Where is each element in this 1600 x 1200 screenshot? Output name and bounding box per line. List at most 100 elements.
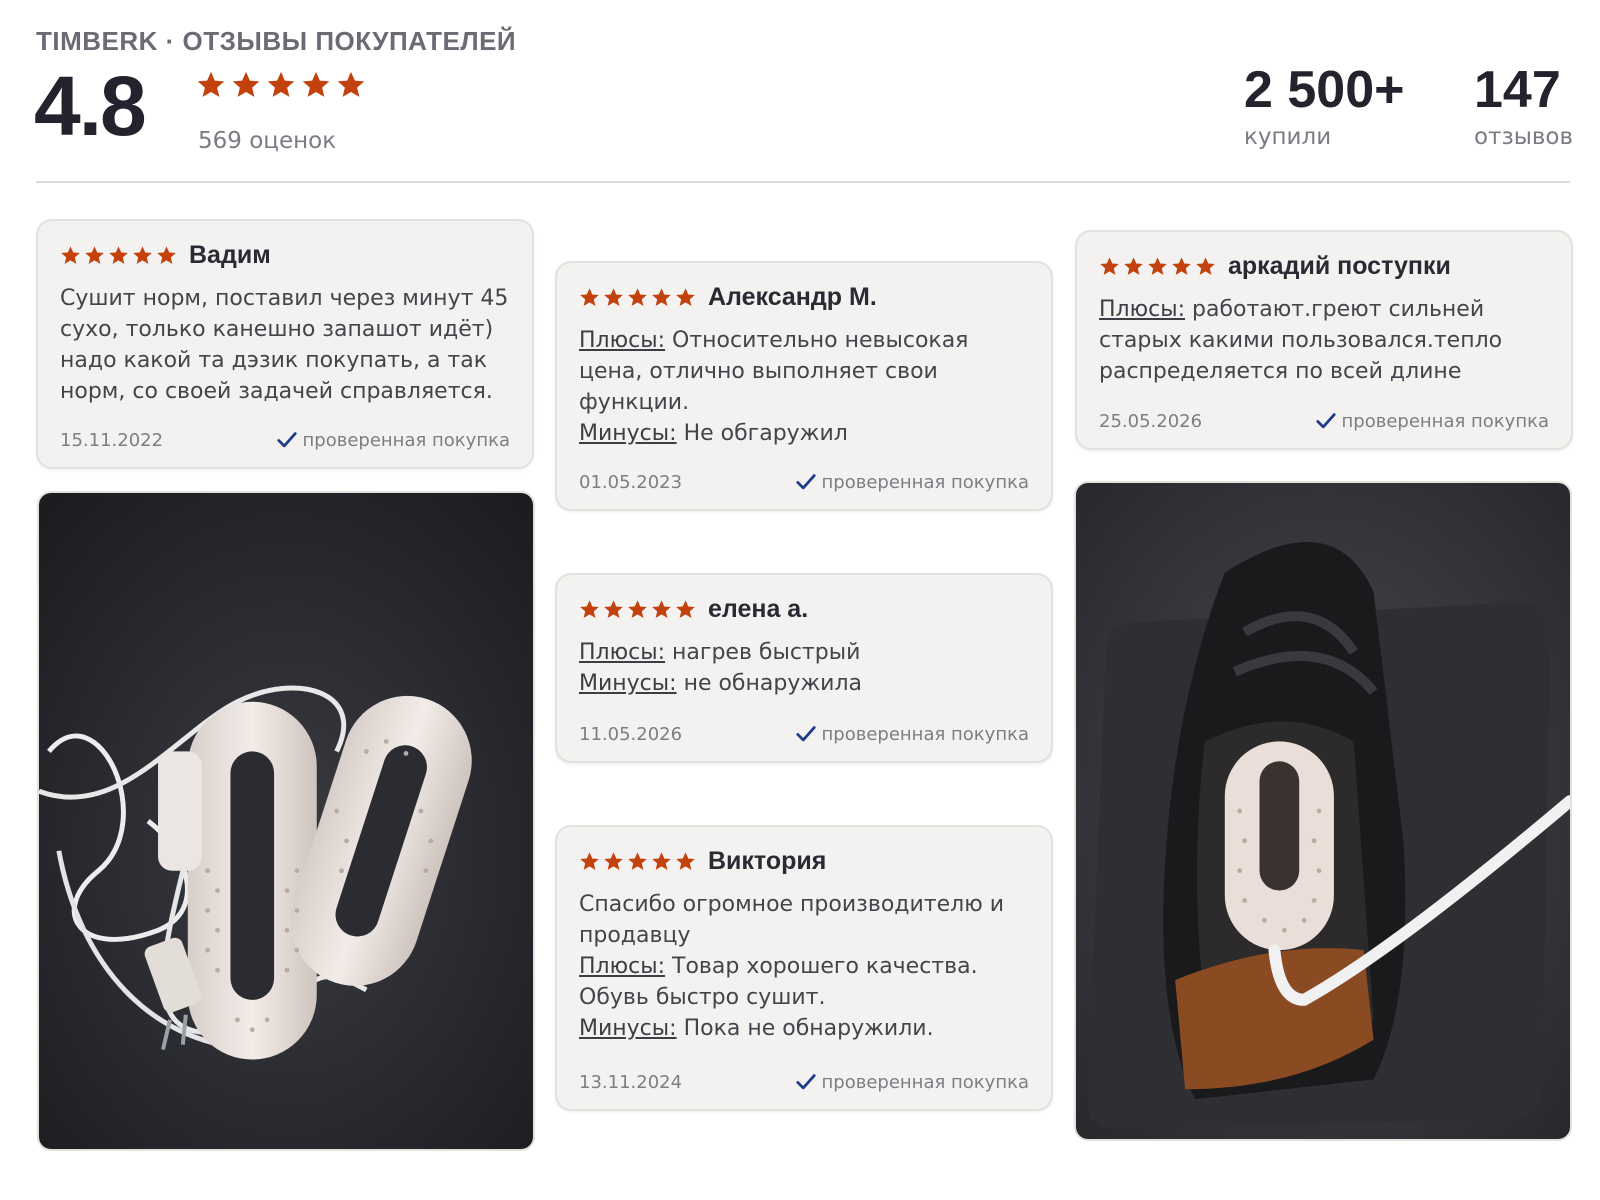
stat-reviews: 147 отзывов (1474, 60, 1573, 150)
star-icon (604, 600, 623, 618)
review-pros: Плюсы: Относительно невысокая цена, отли… (579, 325, 1031, 418)
verified-badge: проверенная покупка (795, 1071, 1029, 1093)
shoe-with-dryer-image (1076, 483, 1570, 1139)
review-date: 25.05.2026 (1099, 411, 1203, 432)
verified-badge: проверенная покупка (1315, 410, 1549, 432)
review-pros: Плюсы: нагрев быстрый (579, 637, 1031, 668)
verified-label: проверенная покупка (1341, 410, 1549, 432)
review-author: Александр М. (708, 283, 877, 311)
star-icon (628, 852, 647, 870)
review-date: 15.11.2022 (60, 430, 164, 451)
star-icon (1100, 257, 1119, 275)
pros-label: Плюсы: (579, 640, 666, 665)
shoe-dryer-image (39, 493, 533, 1149)
cons-label: Минусы: (579, 421, 677, 446)
star-icon (580, 600, 599, 618)
star-icon (604, 852, 623, 870)
brand-title: TIMBERK · ОТЗЫВЫ ПОКУПАТЕЛЕЙ (36, 26, 517, 56)
review-photo-dryer[interactable] (37, 491, 535, 1151)
checkmark-icon (1315, 413, 1336, 429)
star-icon (302, 71, 330, 97)
star-icon (580, 852, 599, 870)
verified-badge: проверенная покупка (795, 723, 1029, 745)
checkmark-icon (795, 1074, 816, 1090)
star-icon (652, 288, 671, 306)
stat-bought: 2 500+ купили (1244, 60, 1405, 150)
review-author: Виктория (708, 847, 827, 875)
verified-label: проверенная покупка (302, 429, 510, 451)
star-icon (1172, 257, 1191, 275)
review-stars (60, 245, 177, 266)
review-author: Вадим (189, 241, 271, 269)
header-divider (36, 181, 1570, 183)
pros-text: нагрев быстрый (672, 640, 861, 665)
star-icon (1124, 257, 1143, 275)
review-photo-shoe[interactable] (1074, 481, 1572, 1141)
pros-label: Плюсы: (1099, 297, 1186, 322)
verified-label: проверенная покупка (821, 1071, 1029, 1093)
star-icon (676, 852, 695, 870)
pros-label: Плюсы: (579, 954, 666, 979)
cons-text: не обнаружила (683, 671, 863, 696)
review-card: Александр М. Плюсы: Относительно невысок… (555, 261, 1053, 511)
average-rating: 4.8 (34, 59, 147, 153)
review-pros: Плюсы: работают.греют сильней старых как… (1099, 294, 1551, 387)
star-icon (85, 246, 104, 264)
review-date: 13.11.2024 (579, 1072, 683, 1093)
review-stars (579, 599, 696, 620)
star-icon (232, 71, 260, 97)
verified-badge: проверенная покупка (276, 429, 510, 451)
star-icon (109, 246, 128, 264)
review-stars (579, 287, 696, 308)
stat-bought-label: купили (1244, 124, 1332, 150)
star-icon (676, 600, 695, 618)
review-cons: Минусы: не обнаружила (579, 668, 1031, 699)
review-stars (579, 851, 696, 872)
star-icon (628, 288, 647, 306)
stat-reviews-value: 147 (1474, 61, 1561, 119)
verified-badge: проверенная покупка (795, 471, 1029, 493)
review-text: Сушит норм, поставил через минут 45 сухо… (60, 286, 509, 404)
star-icon (337, 71, 365, 97)
review-cons: Минусы: Не обгаружил (579, 418, 1031, 449)
star-icon (267, 71, 295, 97)
stat-reviews-label: отзывов (1474, 124, 1574, 150)
star-icon (1148, 257, 1167, 275)
pros-label: Плюсы: (579, 328, 666, 353)
stat-bought-value: 2 500+ (1244, 61, 1405, 119)
review-card: Вадим Сушит норм, поставил через минут 4… (36, 219, 534, 469)
cons-label: Минусы: (579, 671, 677, 696)
star-icon (676, 288, 695, 306)
star-icon (604, 288, 623, 306)
review-author: елена а. (708, 595, 809, 623)
summary-stars (196, 70, 366, 100)
review-stars (1099, 256, 1216, 277)
rating-count: 569 оценок (198, 128, 337, 154)
star-icon (133, 246, 152, 264)
star-icon (197, 71, 225, 97)
star-icon (1196, 257, 1215, 275)
verified-label: проверенная покупка (821, 471, 1029, 493)
review-cons: Минусы: Пока не обнаружили. (579, 1013, 1031, 1044)
checkmark-icon (795, 726, 816, 742)
star-icon (157, 246, 176, 264)
cons-label: Минусы: (579, 1016, 677, 1041)
star-icon (652, 600, 671, 618)
cons-text: Не обгаружил (683, 421, 848, 446)
star-icon (652, 852, 671, 870)
star-icon (628, 600, 647, 618)
star-icon (580, 288, 599, 306)
review-pros: Плюсы: Товар хорошего качества. Обувь бы… (579, 951, 1031, 1013)
cons-text: Пока не обнаружили. (683, 1016, 934, 1041)
star-icon (61, 246, 80, 264)
review-date: 01.05.2023 (579, 472, 683, 493)
review-card: елена а. Плюсы: нагрев быстрый Минусы: н… (555, 573, 1053, 763)
review-card: Виктория Спасибо огромное производителю … (555, 825, 1053, 1111)
review-author: аркадий поступки (1228, 252, 1451, 280)
checkmark-icon (795, 474, 816, 490)
review-text: Спасибо огромное производителю и продавц… (579, 892, 1005, 948)
checkmark-icon (276, 432, 297, 448)
review-card: аркадий поступки Плюсы: работают.греют с… (1075, 230, 1573, 450)
review-date: 11.05.2026 (579, 724, 683, 745)
verified-label: проверенная покупка (821, 723, 1029, 745)
